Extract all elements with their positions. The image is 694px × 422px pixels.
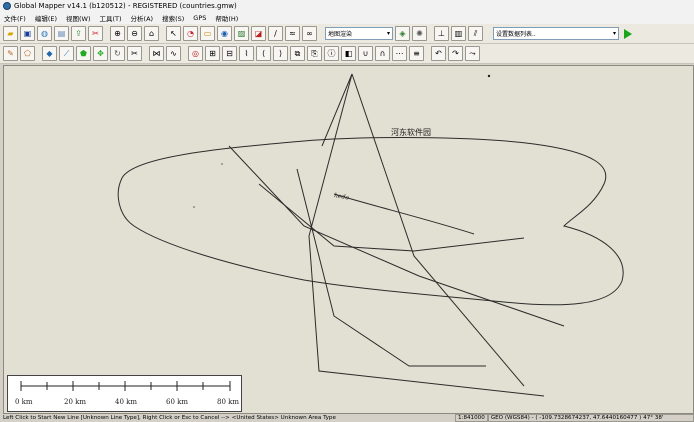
buffer-icon[interactable]: ◎ <box>188 46 203 61</box>
config-select-value: 设置数据列表.. <box>496 31 536 38</box>
redo-icon[interactable]: ↷ <box>448 46 463 61</box>
chevron-down-icon: ▾ <box>612 30 616 37</box>
save-icon[interactable]: ▣ <box>20 26 35 41</box>
intersect-icon[interactable]: ∩ <box>375 46 390 61</box>
move-icon[interactable]: ✥ <box>93 46 108 61</box>
pan-icon[interactable]: ⊥ <box>434 26 449 41</box>
map-point <box>193 206 195 208</box>
zoom-out-icon[interactable]: ⊖ <box>127 26 142 41</box>
globe-icon[interactable]: ◍ <box>37 26 52 41</box>
feature-info-icon[interactable]: ⓘ <box>324 46 339 61</box>
area-outline <box>117 137 624 306</box>
line-label: hedo <box>334 192 350 202</box>
status-coordinates: GEO (WGS84) - ( -109.7328674237, 47.6440… <box>487 414 694 422</box>
star-line <box>228 145 565 327</box>
shader-options-icon[interactable]: ◈ <box>395 26 410 41</box>
play-icon[interactable] <box>621 27 634 40</box>
edit-area-icon[interactable]: ⬠ <box>20 46 35 61</box>
binoculars-icon[interactable]: ∞ <box>302 26 317 41</box>
status-bar: Left Click to Start New Line [Unknown Li… <box>0 414 694 422</box>
line-icon[interactable]: ∕ <box>268 26 283 41</box>
map-point <box>487 74 491 78</box>
menu-edit[interactable]: 编辑(E) <box>35 13 57 23</box>
star-line <box>351 73 525 387</box>
star-line <box>321 73 353 147</box>
menu-tools[interactable]: 工具(T) <box>100 13 122 23</box>
reshape-icon[interactable]: ⌇ <box>239 46 254 61</box>
vertex-add-icon[interactable]: ⊞ <box>205 46 220 61</box>
scale-label-60: 60 km <box>166 398 188 406</box>
menu-bar: 文件(F) 编辑(E) 视图(W) 工具(T) 分析(A) 搜索(S) GPS … <box>0 12 694 24</box>
undo-icon[interactable]: ↶ <box>431 46 446 61</box>
measure-icon[interactable]: ◔ <box>183 26 198 41</box>
star-line <box>308 73 545 397</box>
menu-search[interactable]: 搜索(S) <box>162 13 184 23</box>
shader-select[interactable]: 地图渲染 ▾ <box>325 27 393 40</box>
app-globe-icon <box>3 2 11 10</box>
title-bar: Global Mapper v14.1 (b120512) - REGISTER… <box>0 0 694 12</box>
paste-icon[interactable]: ⎘ <box>307 46 322 61</box>
attribute-icon[interactable]: ≡ <box>409 46 424 61</box>
open-icon[interactable]: ▰ <box>3 26 18 41</box>
map-drawing: 河东软件园 hedo <box>117 73 624 397</box>
smooth-icon[interactable]: ∿ <box>166 46 181 61</box>
create-point-icon[interactable]: ◆ <box>42 46 57 61</box>
digitize-icon[interactable]: ▭ <box>200 26 215 41</box>
edit-line-icon[interactable]: ✎ <box>3 46 18 61</box>
status-scale: 1:841000 <box>455 414 488 422</box>
tools-icon[interactable]: ✂ <box>88 26 103 41</box>
clip-icon[interactable]: ◧ <box>341 46 356 61</box>
window-title: Global Mapper v14.1 (b120512) - REGISTER… <box>14 2 237 10</box>
simplify-icon[interactable]: ⋯ <box>392 46 407 61</box>
star-line <box>258 183 525 252</box>
lighting-icon[interactable]: ✺ <box>412 26 427 41</box>
export-icon[interactable]: ⇪ <box>71 26 86 41</box>
snap-icon[interactable]: ⤳ <box>465 46 480 61</box>
menu-gps[interactable]: GPS <box>193 14 206 22</box>
scale-label-20: 20 km <box>64 398 86 406</box>
menu-file[interactable]: 文件(F) <box>4 13 26 23</box>
join-icon[interactable]: ⋈ <box>149 46 164 61</box>
layers-icon[interactable]: ▤ <box>54 26 69 41</box>
record-icon[interactable]: ▥ <box>451 26 466 41</box>
scale-bar: 0 km 20 km 40 km 60 km 80 km <box>7 375 242 412</box>
scale-label-0: 0 km <box>15 398 33 406</box>
contour-icon[interactable]: ≈ <box>285 26 300 41</box>
create-area-icon[interactable]: ⬟ <box>76 46 91 61</box>
status-message: Left Click to Start New Line [Unknown Li… <box>3 415 336 421</box>
main-toolbar: ▰ ▣ ◍ ▤ ⇪ ✂ ⊕ ⊖ ⌂ ↖ ◔ ▭ ◉ ▨ ◪ ∕ ≈ ∞ 地图渲染… <box>0 24 694 44</box>
view3d-icon[interactable]: ▨ <box>234 26 249 41</box>
vertex-del-icon[interactable]: ⊟ <box>222 46 237 61</box>
pick-icon[interactable]: ◉ <box>217 26 232 41</box>
scale-label-40: 40 km <box>115 398 137 406</box>
map-canvas[interactable]: 河东软件园 hedo 0 km 20 km 40 km 60 km 80 km <box>3 65 694 414</box>
track-icon[interactable]: ⫽ <box>468 26 483 41</box>
split-icon[interactable]: ✂ <box>127 46 142 61</box>
merge-icon[interactable]: ⟩ <box>273 46 288 61</box>
union-icon[interactable]: ∪ <box>358 46 373 61</box>
menu-analysis[interactable]: 分析(A) <box>131 13 154 23</box>
home-icon[interactable]: ⌂ <box>144 26 159 41</box>
shader-select-value: 地图渲染 <box>328 31 353 38</box>
map-point <box>221 163 223 165</box>
chevron-down-icon: ▾ <box>386 30 390 37</box>
copy-icon[interactable]: ⧉ <box>290 46 305 61</box>
zoom-in-icon[interactable]: ⊕ <box>110 26 125 41</box>
cut-icon[interactable]: ⟨ <box>256 46 271 61</box>
rotate-icon[interactable]: ↻ <box>110 46 125 61</box>
star-line <box>296 168 486 367</box>
profile-icon[interactable]: ◪ <box>251 26 266 41</box>
menu-view[interactable]: 视图(W) <box>66 13 91 23</box>
menu-help[interactable]: 帮助(H) <box>215 13 238 23</box>
create-line-icon[interactable]: ⟋ <box>59 46 74 61</box>
area-label: 河东软件园 <box>391 127 431 137</box>
scale-label-80: 80 km <box>217 398 239 406</box>
digitizer-toolbar: ✎ ⬠ ◆ ⟋ ⬟ ✥ ↻ ✂ ⋈ ∿ ◎ ⊞ ⊟ ⌇ ⟨ ⟩ ⧉ ⎘ ⓘ ◧ … <box>0 44 694 64</box>
select-icon[interactable]: ↖ <box>166 26 181 41</box>
config-select[interactable]: 设置数据列表.. ▾ <box>493 27 619 40</box>
